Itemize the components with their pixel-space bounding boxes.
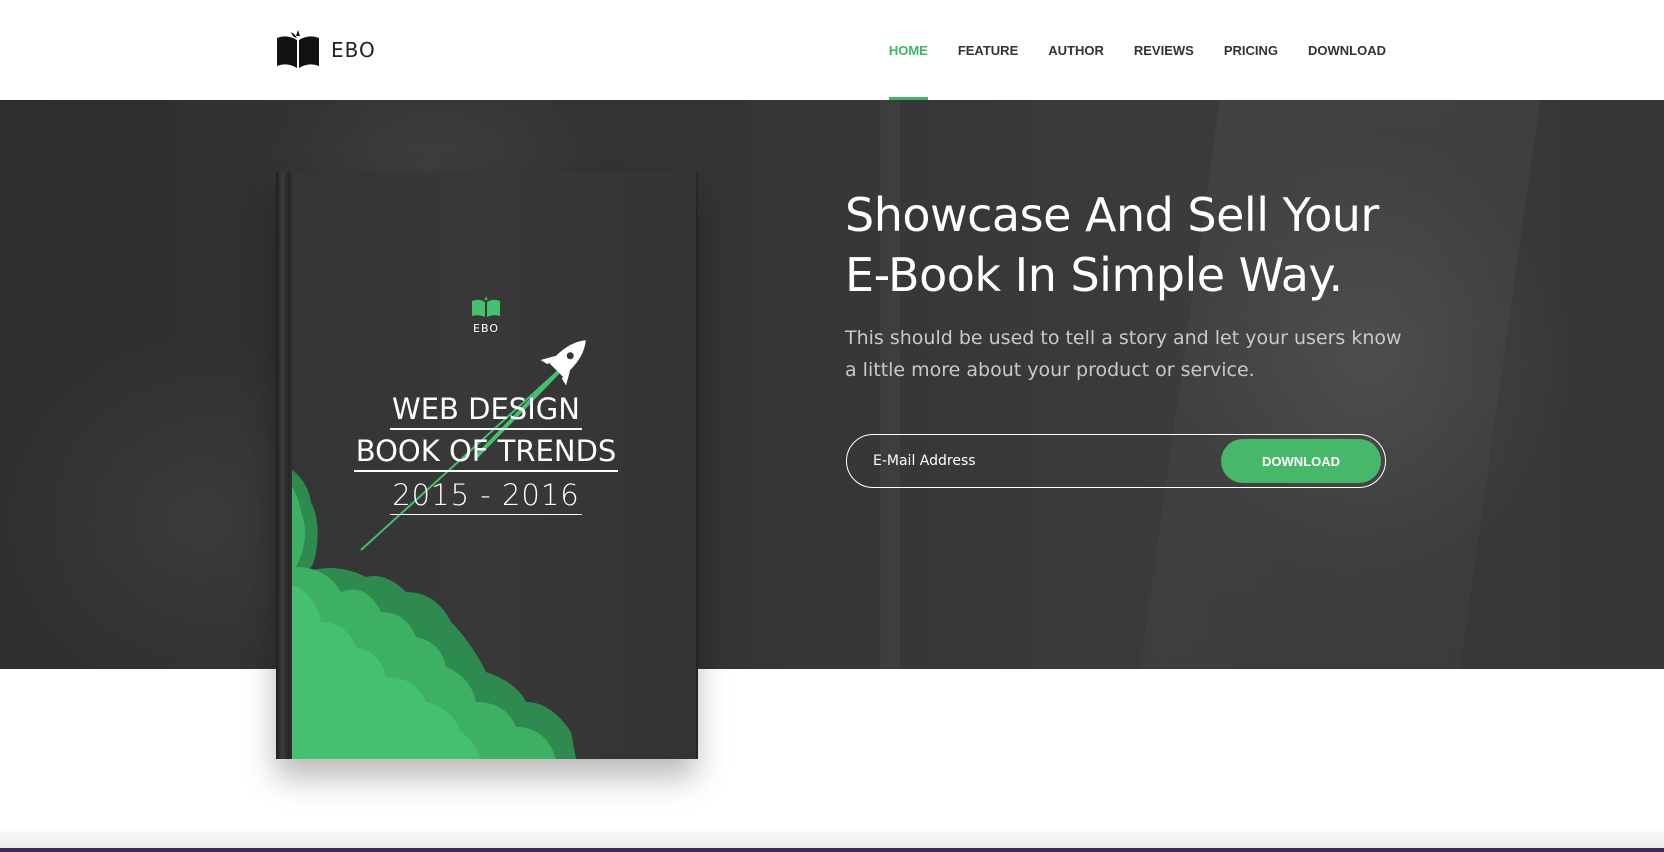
nav-item-feature[interactable]: FEATURE (958, 0, 1018, 100)
book-logo: EBO (276, 296, 696, 335)
open-book-icon (472, 296, 500, 317)
section-divider (0, 826, 1664, 848)
page-edge (0, 848, 1664, 852)
open-book-icon (277, 30, 319, 68)
brand-name: EBO (331, 38, 376, 62)
hero-subtitle: This should be used to tell a story and … (845, 327, 1402, 381)
nav-item-download[interactable]: DOWNLOAD (1308, 0, 1386, 100)
rocket-icon (540, 340, 586, 386)
download-button[interactable]: DOWNLOAD (1221, 439, 1381, 483)
book-title: WEB DESIGN BOOK OF TRENDS 2015 - 2016 (276, 390, 696, 517)
hero-title-line: E-Book In Simple Way. (845, 248, 1343, 302)
book-year: 2015 - 2016 (390, 476, 582, 515)
brand-logo[interactable]: EBO (275, 30, 376, 70)
book-brand: EBO (473, 322, 499, 335)
nav-item-home[interactable]: HOME (888, 0, 928, 100)
email-input[interactable] (873, 435, 1173, 487)
hero-title: Showcase And Sell Your E-Book In Simple … (845, 185, 1405, 305)
book-cover: EBO WEB DESIGN BOOK OF TRENDS 2015 - 201… (276, 172, 696, 759)
site-header: EBO HOME FEATURE AUTHOR REVIEWS PRICING … (0, 0, 1664, 100)
hero-title-line: Showcase And Sell Your (845, 188, 1379, 242)
main-nav: HOME FEATURE AUTHOR REVIEWS PRICING DOWN… (888, 0, 1386, 100)
book-title-line: BOOK OF TRENDS (353, 432, 619, 472)
book-title-line: WEB DESIGN (390, 390, 582, 430)
nav-item-reviews[interactable]: REVIEWS (1134, 0, 1194, 100)
hero-section: Showcase And Sell Your E-Book In Simple … (0, 100, 1664, 669)
nav-item-pricing[interactable]: PRICING (1224, 0, 1278, 100)
download-form: DOWNLOAD (846, 434, 1386, 488)
hero-overlay (0, 100, 1664, 669)
nav-item-author[interactable]: AUTHOR (1048, 0, 1104, 100)
